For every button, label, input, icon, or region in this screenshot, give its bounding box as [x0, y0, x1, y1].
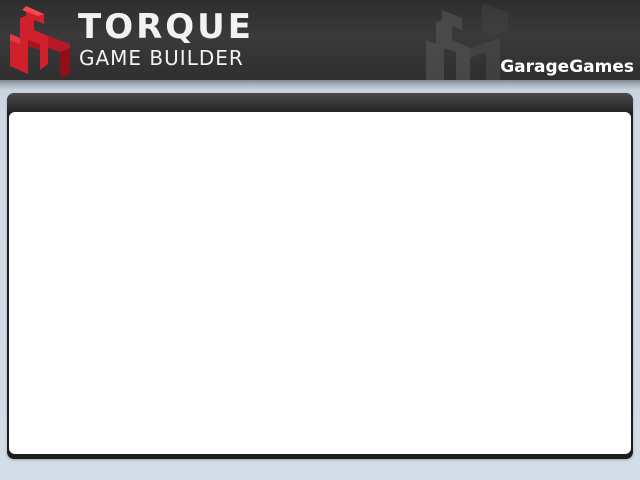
- header-shadow: [0, 82, 640, 90]
- application-window: TORQUE GAME BUILDER GarageGames: [0, 0, 640, 480]
- header-banner: TORQUE GAME BUILDER GarageGames: [0, 0, 640, 80]
- company-name: GarageGames: [500, 57, 634, 77]
- content-panel: [7, 93, 633, 459]
- torque-logo-icon: [10, 6, 70, 78]
- content-area: [9, 112, 631, 454]
- product-title: TORQUE: [78, 7, 255, 47]
- product-subtitle: GAME BUILDER: [79, 46, 244, 70]
